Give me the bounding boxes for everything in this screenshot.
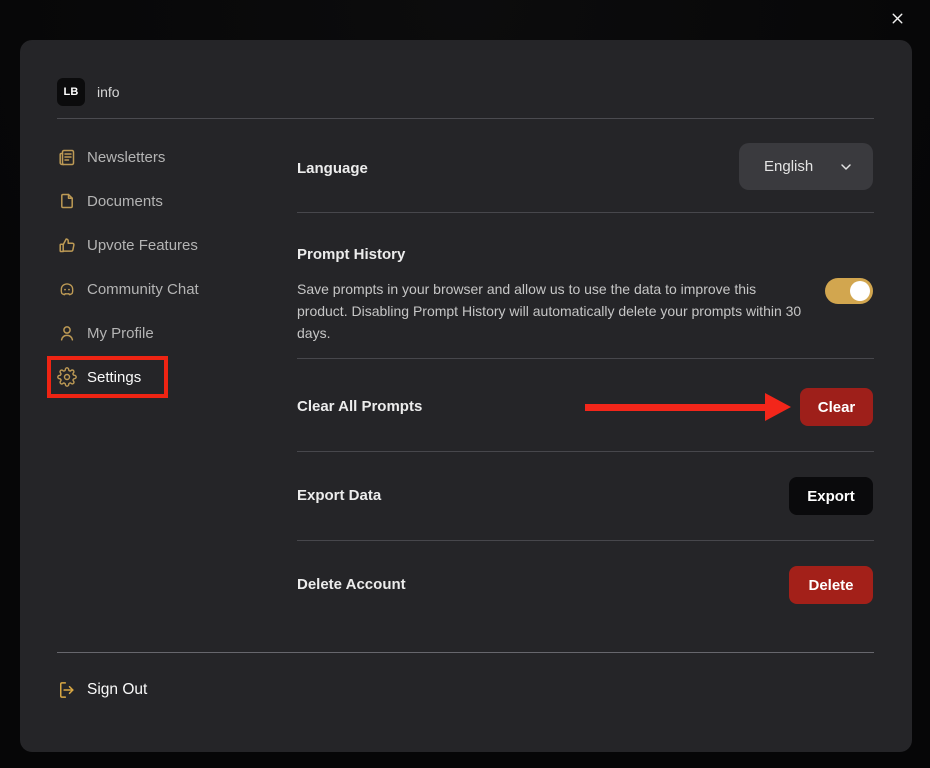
row-divider xyxy=(297,358,874,359)
sign-out-label: Sign Out xyxy=(87,681,147,699)
gear-icon xyxy=(57,367,77,387)
toggle-knob xyxy=(850,281,870,301)
sign-out-icon xyxy=(57,680,77,700)
close-button[interactable] xyxy=(885,6,909,30)
thumbs-up-icon xyxy=(57,235,77,255)
delete-button[interactable]: Delete xyxy=(789,566,873,604)
row-divider xyxy=(297,212,874,213)
sidebar-item-upvote-features[interactable]: Upvote Features xyxy=(57,223,267,267)
sidebar-item-documents[interactable]: Documents xyxy=(57,179,267,223)
row-divider xyxy=(297,451,874,452)
sidebar-item-label: Newsletters xyxy=(87,149,165,166)
clear-button[interactable]: Clear xyxy=(800,388,873,426)
sidebar: Newsletters Documents Upvote Features xyxy=(57,135,267,399)
user-icon xyxy=(57,323,77,343)
sidebar-item-label: Settings xyxy=(87,369,141,386)
sidebar-item-my-profile[interactable]: My Profile xyxy=(57,311,267,355)
prompt-history-label: Prompt History xyxy=(297,246,405,263)
app-title: info xyxy=(97,84,120,100)
newspaper-icon xyxy=(57,147,77,167)
export-data-label: Export Data xyxy=(297,487,381,504)
clear-all-prompts-label: Clear All Prompts xyxy=(297,398,422,415)
settings-modal: LB info Newsletters Documents xyxy=(20,40,912,752)
delete-account-label: Delete Account xyxy=(297,576,406,593)
language-label: Language xyxy=(297,160,368,177)
app-logo: LB xyxy=(57,78,85,106)
discord-icon xyxy=(57,279,77,299)
chevron-down-icon xyxy=(838,159,854,175)
annotation-arrow-head xyxy=(765,393,791,421)
language-dropdown-value: English xyxy=(764,158,813,175)
sidebar-item-community-chat[interactable]: Community Chat xyxy=(57,267,267,311)
annotation-arrow-shaft xyxy=(585,404,767,411)
sidebar-item-settings[interactable]: Settings xyxy=(57,355,267,399)
language-dropdown[interactable]: English xyxy=(739,143,873,190)
sidebar-item-label: Upvote Features xyxy=(87,237,198,254)
prompt-history-toggle[interactable] xyxy=(825,278,873,304)
row-divider xyxy=(297,540,874,541)
sidebar-item-label: Community Chat xyxy=(87,281,199,298)
footer-divider xyxy=(57,652,874,653)
sidebar-item-label: My Profile xyxy=(87,325,154,342)
sign-out-button[interactable]: Sign Out xyxy=(57,668,147,712)
close-icon xyxy=(889,10,906,27)
sidebar-item-newsletters[interactable]: Newsletters xyxy=(57,135,267,179)
sidebar-item-label: Documents xyxy=(87,193,163,210)
prompt-history-description: Save prompts in your browser and allow u… xyxy=(297,278,804,344)
document-icon xyxy=(57,191,77,211)
export-button[interactable]: Export xyxy=(789,477,873,515)
header-divider xyxy=(57,118,874,119)
